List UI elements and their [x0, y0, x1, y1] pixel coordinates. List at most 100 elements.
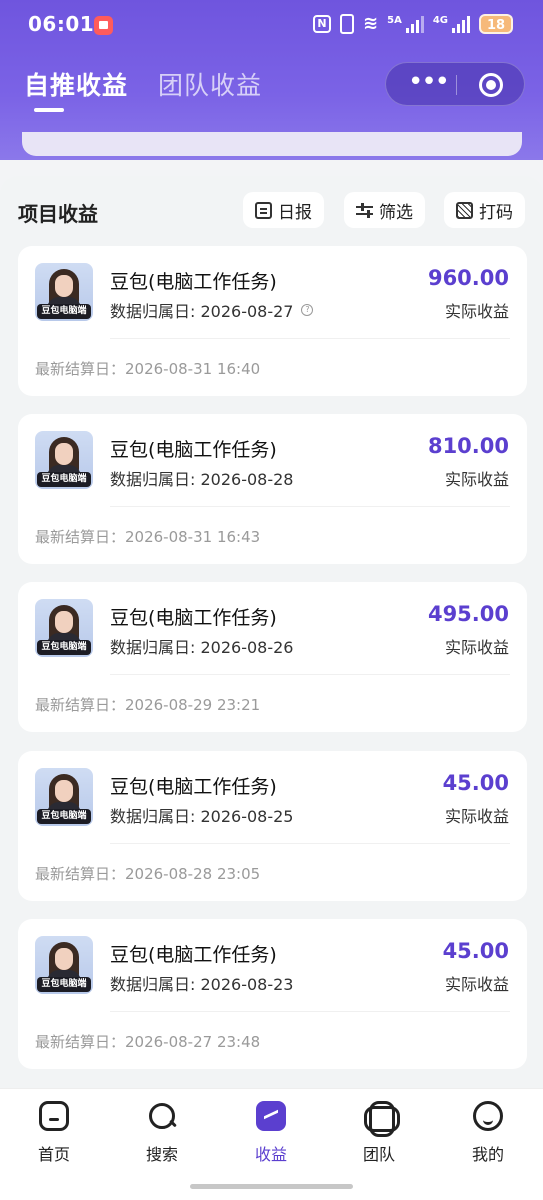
tab-active-indicator	[34, 108, 64, 112]
card-date: 数据归属日: 2026-08-25	[110, 803, 293, 827]
tab-self-earnings[interactable]: 自推收益	[24, 66, 128, 102]
card-divider	[110, 843, 510, 844]
nav-item-team[interactable]: 团队	[339, 1101, 419, 1165]
card-divider	[110, 674, 510, 675]
card-amount: 45.00	[442, 939, 509, 963]
card-amount-label: 实际收益	[444, 302, 509, 321]
nav-label: 收益	[254, 1145, 287, 1164]
more-icon[interactable]: •••	[402, 63, 454, 107]
me-icon	[473, 1101, 503, 1131]
nav-item-earnings[interactable]: 收益	[231, 1101, 311, 1165]
card-title: 豆包(电脑工作任务)	[110, 944, 277, 966]
card-title: 豆包(电脑工作任务)	[110, 776, 277, 798]
nav-item-me[interactable]: 我的	[448, 1101, 528, 1165]
nav-label: 搜索	[145, 1145, 178, 1164]
card-settle-date: 最新结算日：2026-08-27 23:48	[35, 1033, 261, 1051]
card-date-text: 数据归属日: 2026-08-26	[110, 638, 294, 657]
earnings-card[interactable]: 豆包电脑端 豆包(电脑工作任务) 数据归属日: 2026-08-23 45.00…	[18, 919, 527, 1069]
card-amount-label: 实际收益	[444, 807, 509, 826]
card-settle-date: 最新结算日：2026-08-31 16:40	[35, 360, 261, 378]
card-settle-date: 最新结算日：2026-08-29 23:21	[35, 696, 261, 714]
status-time: 06:01	[28, 12, 95, 36]
card-title: 豆包(电脑工作任务)	[110, 607, 277, 629]
card-date: 数据归属日: 2026-08-27 ?	[110, 298, 314, 322]
filter-icon	[356, 202, 373, 219]
notification-app-icon	[94, 16, 113, 35]
tab-team-earnings[interactable]: 团队收益	[158, 66, 262, 102]
avatar-tag: 豆包电脑端	[37, 304, 91, 319]
daily-report-button[interactable]: 日报	[243, 192, 324, 228]
card-date: 数据归属日: 2026-08-23	[110, 971, 293, 995]
earnings-card[interactable]: 豆包电脑端 豆包(电脑工作任务) 数据归属日: 2026-08-28 810.0…	[18, 414, 527, 564]
card-amount-label: 实际收益	[444, 638, 509, 657]
avatar-tag: 豆包电脑端	[37, 640, 91, 655]
card-date-text: 数据归属日: 2026-08-23	[110, 975, 294, 994]
status-bar: 06:01 N ≋ 5A 4G 18	[0, 0, 543, 52]
project-avatar: 豆包电脑端	[35, 768, 93, 826]
nav-label: 团队	[362, 1145, 395, 1164]
code-button[interactable]: 打码	[444, 192, 525, 228]
card-amount: 45.00	[442, 771, 509, 795]
signal-4g-icon: 4G	[433, 15, 470, 33]
earnings-card[interactable]: 豆包电脑端 豆包(电脑工作任务) 数据归属日: 2026-08-25 45.00…	[18, 751, 527, 901]
card-amount-label: 实际收益	[444, 975, 509, 994]
nfc-icon: N	[313, 15, 332, 33]
card-date: 数据归属日: 2026-08-28	[110, 466, 293, 490]
project-avatar: 豆包电脑端	[35, 599, 93, 657]
code-label: 打码	[479, 202, 513, 223]
capsule-divider	[456, 75, 457, 95]
section-title: 项目收益	[18, 202, 98, 226]
card-amount: 960.00	[427, 266, 509, 290]
earnings-card[interactable]: 豆包电脑端 豆包(电脑工作任务) 数据归属日: 2026-08-26 495.0…	[18, 582, 527, 732]
card-divider	[110, 1011, 510, 1012]
card-date-text: 数据归属日: 2026-08-25	[110, 807, 294, 826]
daily-report-label: 日报	[278, 202, 312, 223]
nav-label: 我的	[471, 1145, 504, 1164]
card-divider	[110, 506, 510, 507]
project-avatar: 豆包电脑端	[35, 431, 93, 489]
filter-label: 筛选	[379, 202, 413, 223]
card-date-text: 数据归属日: 2026-08-27	[110, 302, 294, 321]
banner-edge	[22, 132, 522, 156]
avatar-tag: 豆包电脑端	[37, 977, 91, 992]
card-title: 豆包(电脑工作任务)	[110, 271, 277, 293]
earnings-card[interactable]: 豆包电脑端 豆包(电脑工作任务) 数据归属日: 2026-08-27 ? 960…	[18, 246, 527, 396]
card-date: 数据归属日: 2026-08-26	[110, 634, 293, 658]
project-avatar: 豆包电脑端	[35, 936, 93, 994]
search-icon	[147, 1101, 177, 1131]
vibrate-icon	[340, 14, 355, 34]
miniprogram-capsule: •••	[385, 62, 525, 106]
header: 06:01 N ≋ 5A 4G 18 自推收益 团队收益 •••	[0, 0, 543, 160]
card-settle-date: 最新结算日：2026-08-31 16:43	[35, 528, 261, 546]
card-amount-label: 实际收益	[444, 470, 509, 489]
info-icon[interactable]: ?	[301, 304, 314, 316]
card-settle-date: 最新结算日：2026-08-28 23:05	[35, 865, 261, 883]
network-5a-label: 5A	[387, 15, 402, 26]
battery-icon: 18	[479, 14, 513, 34]
status-icons: N ≋ 5A 4G 18	[313, 14, 513, 34]
avatar-tag: 豆包电脑端	[37, 472, 91, 487]
wifi-icon: ≋	[363, 13, 379, 34]
card-title: 豆包(电脑工作任务)	[110, 439, 277, 461]
mosaic-icon	[456, 201, 473, 219]
avatar-tag: 豆包电脑端	[37, 809, 91, 824]
close-icon[interactable]	[479, 73, 503, 97]
card-amount: 495.00	[427, 602, 509, 626]
card-amount: 810.00	[427, 434, 509, 458]
filter-button[interactable]: 筛选	[344, 192, 425, 228]
signal-5a-icon: 5A	[387, 15, 424, 33]
network-4g-label: 4G	[432, 15, 448, 26]
home-indicator	[190, 1184, 353, 1189]
team-icon	[364, 1101, 400, 1137]
project-avatar: 豆包电脑端	[35, 263, 93, 321]
report-icon	[255, 201, 272, 219]
card-date-text: 数据归属日: 2026-08-28	[110, 470, 294, 489]
nav-label: 首页	[37, 1145, 70, 1164]
home-icon	[39, 1101, 69, 1131]
nav-item-home[interactable]: 首页	[14, 1101, 94, 1165]
earnings-tabs: 自推收益 团队收益	[24, 66, 262, 102]
card-divider	[110, 338, 510, 339]
earnings-icon	[256, 1101, 286, 1131]
nav-item-search[interactable]: 搜索	[122, 1101, 202, 1165]
project-earnings-panel: 项目收益 日报 筛选 打码 豆包电脑端 豆包(电脑工作任务) 数据归属日: 20…	[0, 176, 543, 1096]
